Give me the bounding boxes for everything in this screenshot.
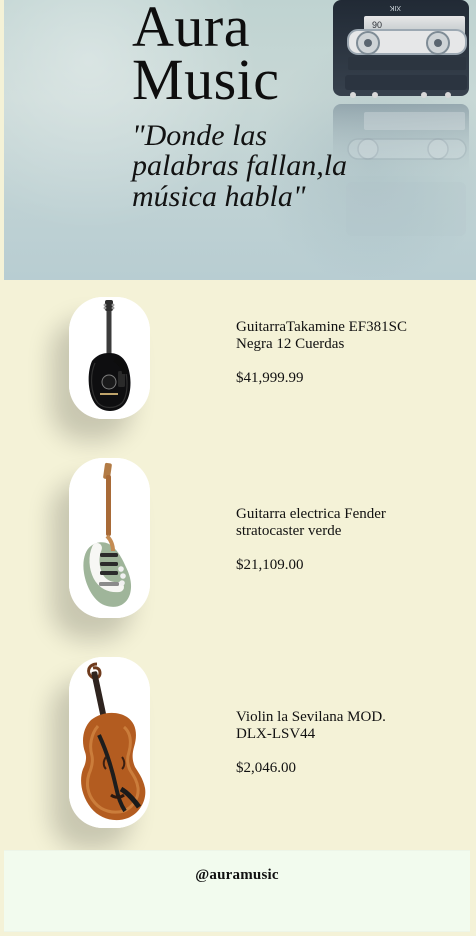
social-handle-link[interactable]: @auramusic: [4, 867, 470, 884]
product-text: GuitarraTakamine EF381SC Negra 12 Cuerda…: [236, 319, 421, 387]
acoustic-guitar-icon: [69, 297, 150, 419]
product-price: $41,999.99: [236, 369, 304, 386]
product-name: Guitarra electrica Fender stratocaster v…: [236, 506, 386, 540]
product-item-violin[interactable]: Violin la Sevilana MOD. DLX-LSV44 $2,046…: [69, 657, 469, 829]
product-name: Violin la Sevilana MOD. DLX-LSV44: [236, 709, 386, 743]
product-text: Violin la Sevilana MOD. DLX-LSV44 $2,046…: [236, 709, 421, 777]
brand-title: Aura Music: [132, 0, 280, 113]
product-image-card[interactable]: [69, 458, 150, 618]
product-item-takamine[interactable]: GuitarraTakamine EF381SC Negra 12 Cuerda…: [69, 297, 469, 422]
electric-guitar-icon: [69, 458, 150, 618]
product-price: $2,046.00: [236, 759, 296, 776]
brand-tagline: "Donde las palabras fallan,la música hab…: [132, 118, 348, 213]
product-price: $21,109.00: [236, 556, 304, 573]
header-banner: 90 XIK Aura Music "Donde las palabras fa…: [4, 0, 476, 280]
brand-block: Aura Music "Donde las palabras fallan,la…: [132, 0, 392, 280]
product-text: Guitarra electrica Fender stratocaster v…: [236, 506, 421, 574]
violin-icon: [69, 657, 150, 828]
product-item-fender[interactable]: Guitarra electrica Fender stratocaster v…: [69, 458, 469, 620]
footer: @auramusic: [4, 850, 470, 932]
product-name: GuitarraTakamine EF381SC Negra 12 Cuerda…: [236, 319, 407, 353]
product-image-card[interactable]: [69, 297, 150, 419]
product-image-card[interactable]: [69, 657, 150, 828]
